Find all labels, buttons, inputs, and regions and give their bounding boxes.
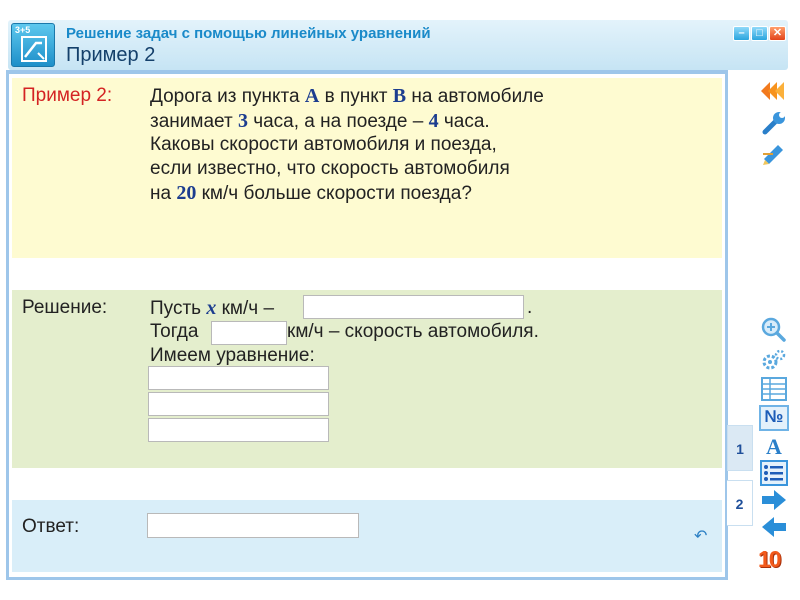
solution-label: Решение: (22, 297, 108, 318)
car-speed-input[interactable] (211, 321, 287, 345)
solution-line-1: Пусть x км/ч – (150, 297, 274, 320)
equation-input-2[interactable] (148, 392, 329, 416)
car-hours: 3 (237, 110, 248, 132)
problem-line-2: занимает 3 часа, а на поезде – 4 часа. (150, 110, 490, 133)
tab-1[interactable]: 1 (727, 425, 753, 471)
equation-input-3[interactable] (148, 418, 329, 442)
problem-line-4: если известно, что скорость автомобиля (150, 158, 510, 179)
solution-text: Пусть (150, 298, 207, 319)
solution-line-2: Тогда (150, 321, 199, 342)
variable-x: x (206, 297, 217, 319)
point-a: А (304, 85, 320, 107)
solution-text: км/ч – (216, 298, 275, 319)
list-icon[interactable] (759, 460, 789, 486)
problem-line-3: Каковы скорости автомобиля и поезда, (150, 134, 497, 155)
app-window: 3+5 Решение задач с помощью линейных ура… (0, 0, 800, 600)
train-speed-input[interactable] (303, 295, 524, 319)
point-b: В (392, 85, 407, 107)
app-logo-label: 3+5 (15, 25, 31, 35)
problem-text: часа. (438, 111, 490, 132)
solution-line-3: Имеем уравнение: (150, 345, 315, 366)
problem-text: занимает (150, 111, 238, 132)
app-logo-icon: 3+5 (11, 23, 55, 67)
problem-text: часа, а на поезде – (247, 111, 429, 132)
speed-difference: 20 (176, 182, 197, 204)
numero-icon[interactable]: № (759, 405, 789, 431)
title-bar: 3+5 Решение задач с помощью линейных ура… (8, 20, 788, 70)
window-title: Решение задач с помощью линейных уравнен… (66, 25, 431, 42)
arrow-left-icon[interactable] (759, 514, 789, 540)
rewind-icon[interactable] (759, 78, 789, 104)
magnifier-icon[interactable] (759, 316, 789, 342)
answer-input[interactable] (147, 513, 359, 538)
equation-input-1[interactable] (148, 366, 329, 390)
train-hours: 4 (428, 110, 439, 132)
solution-line-1-end: . (527, 297, 533, 318)
answer-panel (12, 500, 722, 572)
solution-line-2-rest: км/ч – скорость автомобиля. (287, 321, 539, 342)
wrench-icon[interactable] (759, 110, 789, 136)
problem-text: на (150, 183, 177, 204)
letter-a-icon[interactable]: A (759, 434, 789, 460)
gears-icon[interactable] (759, 348, 789, 374)
arrow-right-icon[interactable] (759, 487, 789, 513)
problem-text: км/ч больше скорости поезда? (196, 183, 472, 204)
minimize-button[interactable]: – (733, 26, 750, 41)
maximize-button[interactable]: □ (751, 26, 768, 41)
page-tabs: 1 2 (727, 425, 753, 530)
page-counter[interactable]: 10 (758, 546, 782, 573)
window-subtitle: Пример 2 (66, 44, 156, 66)
problem-line-1: Дорога из пункта А в пункт В на автомоби… (150, 85, 544, 108)
problem-label: Пример 2: (22, 85, 113, 106)
problem-line-5: на 20 км/ч больше скорости поезда? (150, 182, 472, 205)
table-icon[interactable] (759, 376, 789, 402)
problem-text: в пункт (319, 86, 393, 107)
pencil-eraser-icon[interactable] (759, 140, 789, 166)
tab-2[interactable]: 2 (727, 480, 753, 526)
close-button[interactable]: ✕ (769, 26, 786, 41)
problem-text: Дорога из пункта (150, 86, 305, 107)
problem-text: на автомобиле (406, 86, 544, 107)
undo-icon[interactable]: ↶ (694, 526, 707, 546)
answer-label: Ответ: (22, 516, 80, 537)
